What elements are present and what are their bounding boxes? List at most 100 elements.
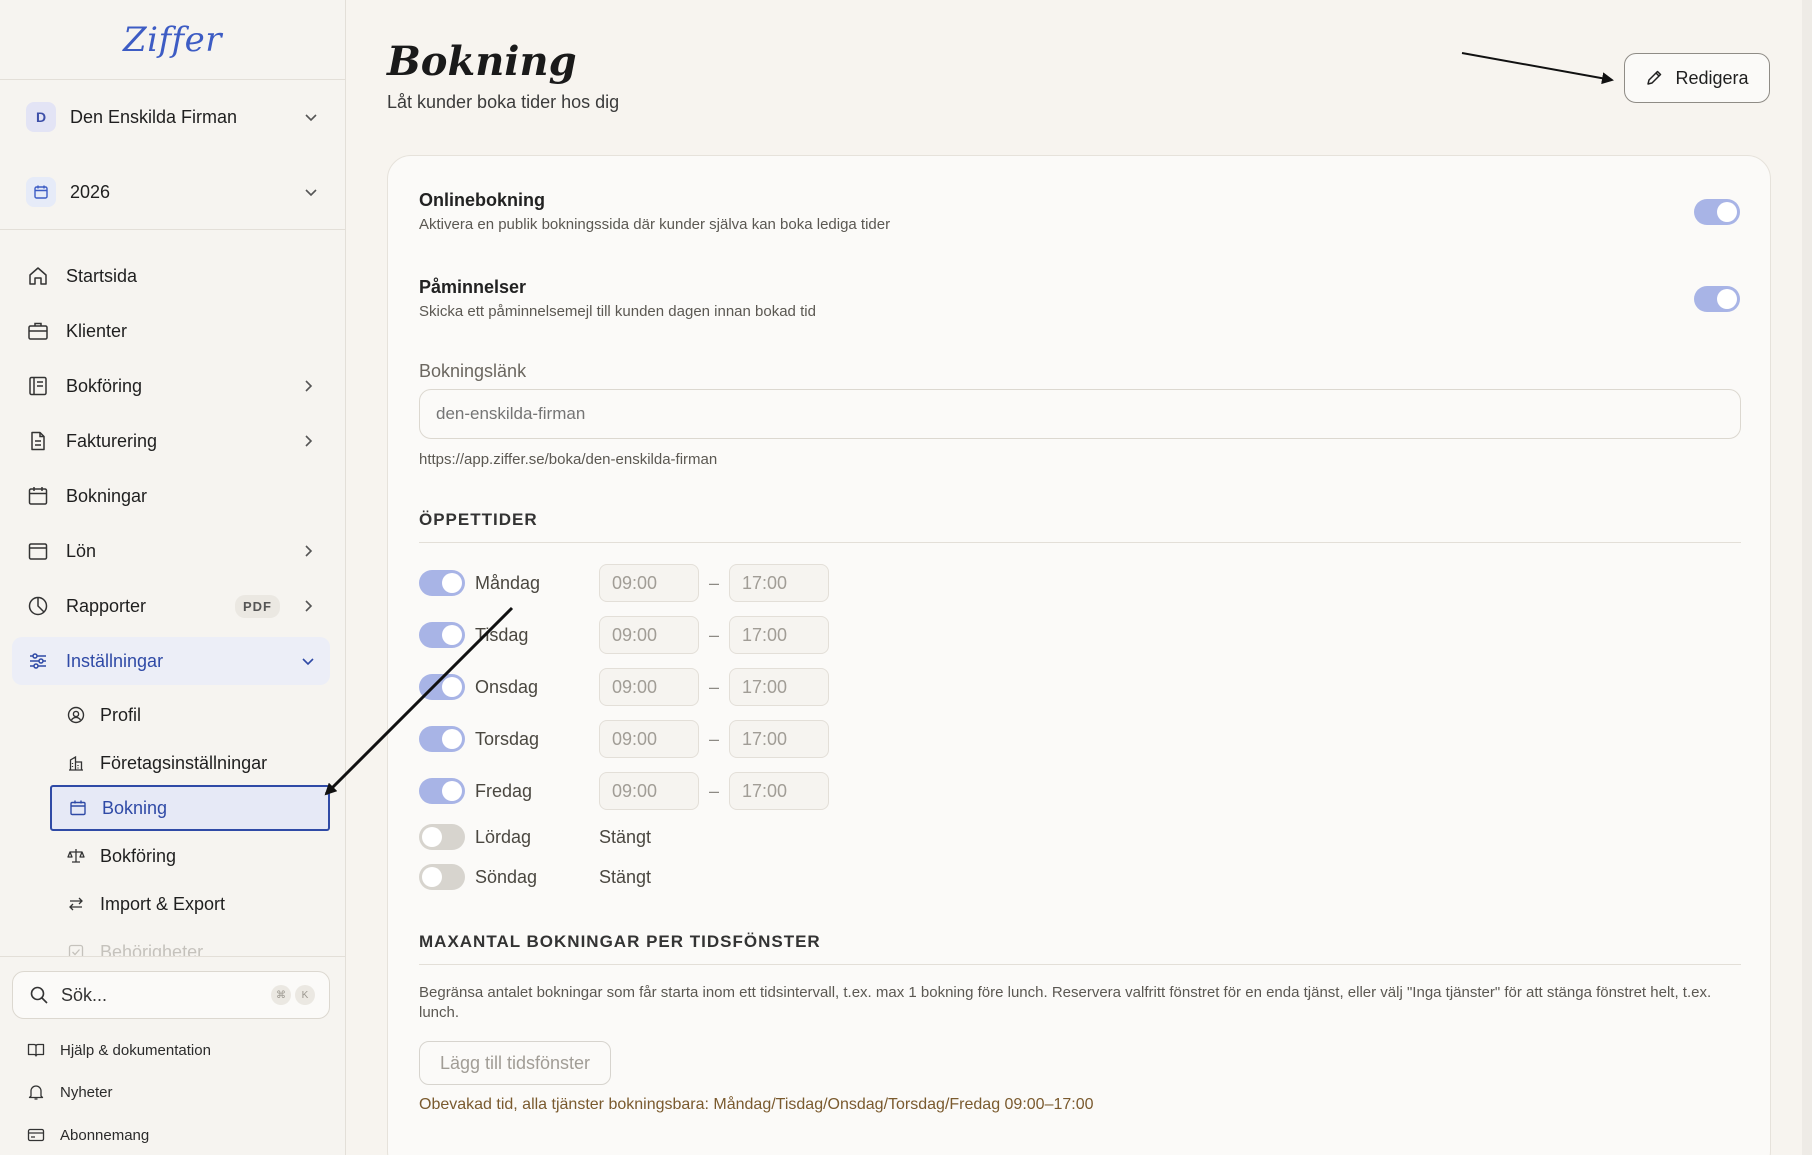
toggle-knob	[442, 625, 462, 645]
book-icon	[26, 1040, 46, 1060]
day-name: Söndag	[475, 867, 538, 887]
max-bookings-desc: Begränsa antalet bokningar som får start…	[419, 984, 1712, 1021]
card-icon	[26, 1125, 46, 1145]
search-label: Sök...	[61, 984, 108, 1005]
day-name: Måndag	[475, 573, 541, 593]
sidebar-item-rapporter[interactable]: Rapporter PDF	[12, 582, 330, 630]
search-icon	[30, 986, 48, 1004]
day-toggle[interactable]	[419, 824, 465, 850]
closed-label: Stängt	[599, 827, 652, 847]
booking-link-label: Bokningslänk	[419, 361, 527, 381]
reminders-toggle[interactable]	[1694, 286, 1740, 312]
open-time-input[interactable]: 09:00	[599, 668, 699, 706]
section-divider	[419, 964, 1741, 965]
reminders-desc: Skicka ett påminnelsemejl till kunden da…	[419, 303, 816, 320]
search-input[interactable]: Sök... ⌘ K	[12, 971, 330, 1019]
toggle-knob	[1717, 289, 1737, 309]
section-divider	[419, 542, 1741, 543]
sidebar-item-label: Rapporter	[66, 595, 147, 616]
sidebar-subitem-label: Behörigheter	[100, 942, 204, 957]
wallet-icon	[26, 539, 50, 563]
close-time-input[interactable]: 17:00	[729, 616, 829, 654]
sidebar-subitem-import-export[interactable]: Import & Export	[50, 881, 330, 927]
sidebar-subitem-foretagsinstallningar[interactable]: Företagsinställningar	[50, 740, 330, 786]
calendar-icon	[26, 484, 50, 508]
day-row-mandag: Måndag 09:00 – 17:00	[419, 564, 919, 602]
subscription-label: Abonnemang	[60, 1126, 150, 1144]
opening-hours-heading: ÖPPETTIDER	[419, 510, 538, 529]
online-booking-toggle[interactable]	[1694, 199, 1740, 225]
day-toggle[interactable]	[419, 726, 465, 752]
sidebar-subitem-bokning[interactable]: Bokning	[50, 785, 330, 831]
day-toggle[interactable]	[419, 864, 465, 890]
year-selector[interactable]: 2026	[26, 172, 319, 212]
close-time-input[interactable]: 17:00	[729, 564, 829, 602]
user-circle-icon	[66, 705, 86, 725]
day-toggle[interactable]	[419, 674, 465, 700]
news-link[interactable]: Nyheter	[26, 1077, 113, 1107]
sidebar-item-label: Bokningar	[66, 485, 148, 506]
online-booking-desc: Aktivera en publik bokningssida där kund…	[419, 216, 891, 233]
pie-chart-icon	[26, 594, 50, 618]
day-row-tisdag: Tisdag 09:00 – 17:00	[419, 616, 919, 654]
add-time-window-button[interactable]: Lägg till tidsfönster	[419, 1041, 611, 1085]
sidebar-item-bokningar[interactable]: Bokningar	[12, 472, 330, 520]
swap-arrows-icon	[66, 894, 86, 914]
open-time-input[interactable]: 09:00	[599, 772, 699, 810]
pdf-badge: PDF	[235, 594, 280, 618]
year-label: 2026	[70, 181, 111, 202]
open-time-input[interactable]: 09:00	[599, 720, 699, 758]
open-time-input[interactable]: 09:00	[599, 616, 699, 654]
day-row-sondag: Söndag Stängt	[419, 858, 919, 896]
toggle-knob	[442, 677, 462, 697]
edit-button[interactable]: Redigera	[1624, 53, 1770, 103]
scrollbar[interactable]	[1802, 0, 1812, 1155]
close-time-input[interactable]: 17:00	[729, 772, 829, 810]
sidebar-subitem-label: Bokföring	[100, 845, 177, 866]
max-bookings-heading: MAXANTAL BOKNINGAR PER TIDSFÖNSTER	[419, 932, 821, 951]
toggle-knob	[1717, 202, 1737, 222]
sidebar-footer: Sök... ⌘ K Hjälp & dokumentation Nyheter…	[0, 956, 345, 1155]
shield-check-icon	[66, 942, 86, 957]
day-toggle[interactable]	[419, 778, 465, 804]
shortcut-key-k: K	[295, 985, 315, 1005]
page-subtitle: Låt kunder boka tider hos dig	[387, 92, 620, 112]
main-content: Bokning Låt kunder boka tider hos dig Re…	[347, 0, 1812, 1155]
sidebar-item-bokforing[interactable]: Bokföring	[12, 362, 330, 410]
subscription-link[interactable]: Abonnemang	[26, 1120, 149, 1150]
day-toggle[interactable]	[419, 570, 465, 596]
booking-link-input[interactable]	[419, 389, 1741, 439]
sidebar-item-lon[interactable]: Lön	[12, 527, 330, 575]
sidebar-item-label: Fakturering	[66, 430, 158, 451]
open-time-input[interactable]: 09:00	[599, 564, 699, 602]
sidebar-subitem-profil[interactable]: Profil	[50, 692, 330, 738]
sidebar-subitem-bokforing[interactable]: Bokföring	[50, 833, 330, 879]
day-row-torsdag: Torsdag 09:00 – 17:00	[419, 720, 919, 758]
time-separator: –	[709, 781, 720, 801]
close-time-input[interactable]: 17:00	[729, 668, 829, 706]
app-logo[interactable]: Ziffer	[123, 20, 222, 60]
close-time-input[interactable]: 17:00	[729, 720, 829, 758]
chevron-down-icon	[302, 658, 314, 666]
sidebar-subitem-label: Bokning	[102, 797, 168, 818]
building-icon	[66, 753, 86, 773]
sidebar: Ziffer D Den Enskilda Firman 2026 Starts…	[0, 0, 346, 1155]
page-title: Bokning	[387, 38, 577, 85]
company-selector[interactable]: D Den Enskilda Firman	[26, 97, 319, 137]
time-separator: –	[709, 625, 720, 645]
company-name: Den Enskilda Firman	[70, 106, 238, 127]
sidebar-item-fakturering[interactable]: Fakturering	[12, 417, 330, 465]
chevron-right-icon	[305, 545, 313, 557]
day-toggle[interactable]	[419, 622, 465, 648]
chevron-right-icon	[305, 380, 313, 392]
document-icon	[26, 429, 50, 453]
time-separator: –	[709, 677, 720, 697]
sidebar-subitem-label: Import & Export	[100, 893, 226, 914]
sidebar-subitem-behorigheter[interactable]: Behörigheter	[50, 929, 330, 957]
help-docs-link[interactable]: Hjälp & dokumentation	[26, 1035, 211, 1065]
sidebar-item-installningar[interactable]: Inställningar	[12, 637, 330, 685]
home-icon	[26, 264, 50, 288]
sidebar-item-klienter[interactable]: Klienter	[12, 307, 330, 355]
sidebar-item-startsida[interactable]: Startsida	[12, 252, 330, 300]
day-name: Lördag	[475, 827, 532, 847]
